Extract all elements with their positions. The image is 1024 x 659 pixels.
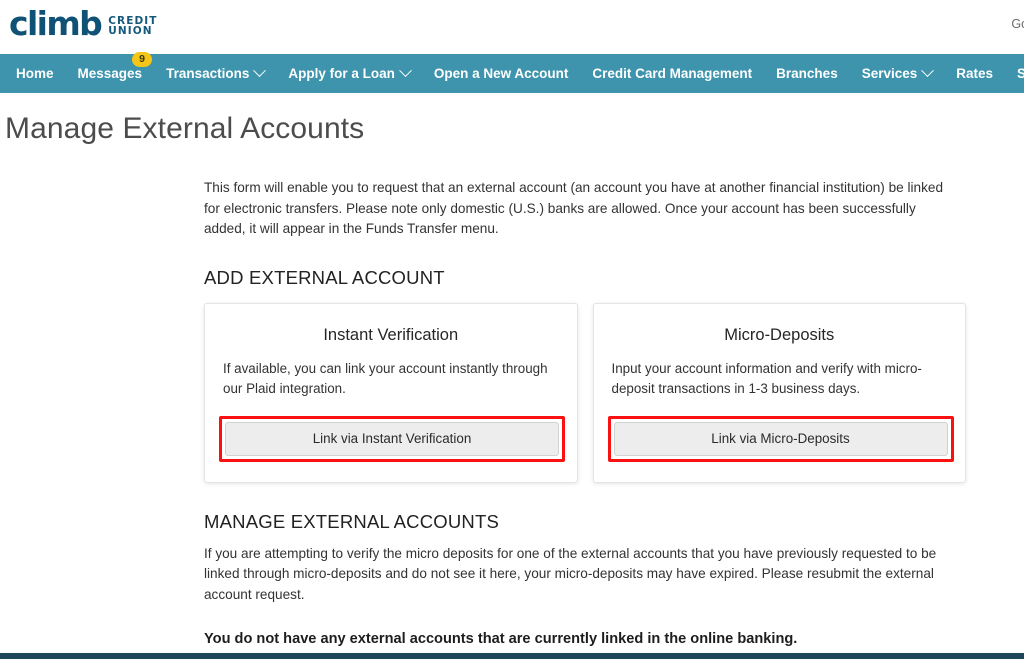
nav-item-rates[interactable]: Rates bbox=[944, 54, 1005, 93]
nav-item-settings[interactable]: Settings bbox=[1005, 54, 1024, 93]
micro-deposits-highlight-box: Link via Micro-Deposits bbox=[607, 415, 954, 462]
instant-verification-card: Instant Verification If available, you c… bbox=[204, 302, 578, 483]
micro-deposits-card: Micro-Deposits Input your account inform… bbox=[592, 302, 966, 483]
logo-subtext-line2: UNION bbox=[108, 25, 153, 38]
page-root: climb CREDIT UNION Good Home Messages 9 … bbox=[0, 0, 1024, 659]
site-header: climb CREDIT UNION Good bbox=[0, 0, 1024, 54]
logo-subtext: CREDIT UNION bbox=[108, 15, 157, 40]
micro-deposits-title: Micro-Deposits bbox=[724, 325, 835, 344]
nav-item-messages[interactable]: Messages 9 bbox=[66, 52, 155, 93]
manage-external-accounts-description: If you are attempting to verify the micr… bbox=[204, 545, 937, 602]
intro-paragraph: This form will enable you to request tha… bbox=[204, 180, 944, 236]
instant-verification-highlight-box: Link via Instant Verification bbox=[219, 415, 565, 462]
nav-label-services: Services bbox=[861, 66, 918, 81]
nav-item-credit-card-management[interactable]: Credit Card Management bbox=[580, 54, 764, 93]
micro-deposits-description: Input your account information and verif… bbox=[611, 360, 922, 396]
nav-label-transactions: Transactions bbox=[166, 66, 250, 81]
nav-label-home: Home bbox=[16, 66, 54, 81]
add-external-account-heading: ADD EXTERNAL ACCOUNT bbox=[204, 266, 445, 288]
nav-item-open-a-new-account[interactable]: Open a New Account bbox=[422, 54, 581, 93]
chevron-down-icon bbox=[921, 64, 935, 78]
logo-wordmark: climb bbox=[9, 4, 103, 43]
nav-label-open-a-new-account: Open a New Account bbox=[433, 66, 569, 81]
link-via-micro-deposits-button[interactable]: Link via Micro-Deposits bbox=[613, 421, 948, 456]
site-logo[interactable]: climb CREDIT UNION bbox=[9, 7, 158, 40]
link-via-instant-verification-button[interactable]: Link via Instant Verification bbox=[225, 421, 559, 456]
nav-item-branches[interactable]: Branches bbox=[764, 54, 850, 93]
nav-label-credit-card-management: Credit Card Management bbox=[592, 66, 753, 81]
chevron-down-icon bbox=[253, 64, 267, 78]
page-content: This form will enable you to request tha… bbox=[204, 178, 966, 647]
chevron-down-icon bbox=[398, 64, 412, 78]
no-external-accounts-message: You do not have any external accounts th… bbox=[204, 631, 798, 647]
page-title: Manage External Accounts bbox=[5, 112, 365, 145]
nav-label-messages: Messages bbox=[77, 66, 143, 81]
user-greeting: Good bbox=[1011, 17, 1024, 31]
site-footer bbox=[0, 653, 1024, 659]
messages-count-badge: 9 bbox=[132, 52, 153, 67]
main-navigation: Home Messages 9 Transactions Apply for a… bbox=[0, 52, 1024, 93]
nav-item-services[interactable]: Services bbox=[850, 54, 945, 93]
manage-external-accounts-heading: MANAGE EXTERNAL ACCOUNTS bbox=[204, 510, 500, 532]
nav-item-transactions[interactable]: Transactions bbox=[154, 54, 276, 93]
nav-item-apply-for-a-loan[interactable]: Apply for a Loan bbox=[276, 54, 422, 93]
add-external-account-cards: Instant Verification If available, you c… bbox=[204, 302, 966, 483]
instant-verification-title: Instant Verification bbox=[323, 325, 459, 344]
nav-label-apply-for-a-loan: Apply for a Loan bbox=[288, 66, 395, 81]
instant-verification-description: If available, you can link your account … bbox=[223, 360, 548, 396]
nav-item-home[interactable]: Home bbox=[4, 54, 66, 93]
nav-label-branches: Branches bbox=[776, 66, 838, 81]
nav-label-rates: Rates bbox=[956, 66, 994, 81]
nav-label-settings: Settings bbox=[1017, 66, 1024, 81]
